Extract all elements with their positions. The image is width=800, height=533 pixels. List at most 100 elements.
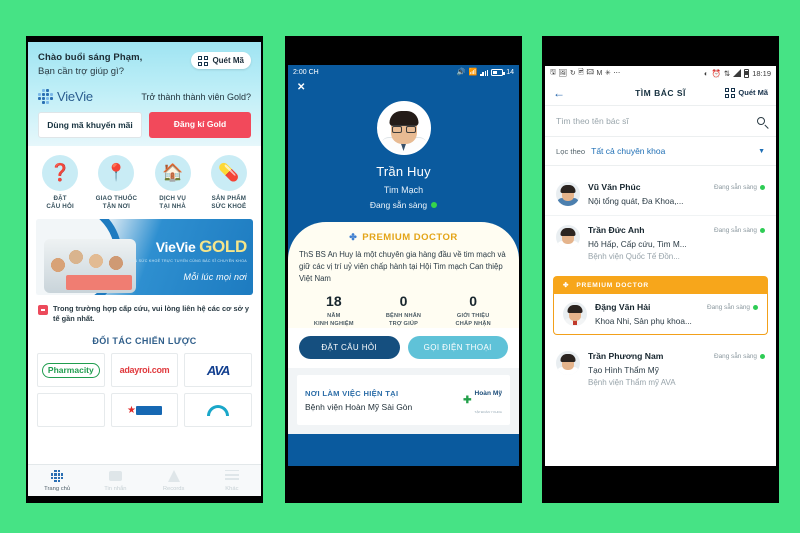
promo-code-button[interactable]: Dùng mã khuyến mãi [38, 112, 142, 138]
contact-icon: 🖾 [586, 68, 594, 76]
workplace-section: NƠI LÀM VIỆC HIỆN TẠI Bệnh viện Hoàn Mỹ … [288, 368, 519, 435]
bottom-tabbar: Trang chủ Tin nhắn Records Khác [28, 464, 261, 496]
doctor-info: Đặng Văn Hải Đang sẵn sàng Khoa Nhi, Sản… [595, 302, 758, 326]
doctor-specialty: Tạo Hình Thẩm Mỹ [588, 365, 659, 375]
quick-action-label-line2: TẬN NƠI [102, 203, 131, 211]
doctor-specialty: Tim Mạch [383, 185, 424, 195]
scan-qr-button[interactable]: Quét Mã [725, 87, 768, 98]
data-transfer-icon: ⇅ [723, 68, 731, 78]
doctor-list-item[interactable]: Trần Phương Nam Đang sẵn sàng Tạo Hình T… [545, 342, 776, 396]
tab-label: Records [162, 485, 185, 492]
partner-logo-pharmacity[interactable]: Pharmacity [37, 353, 105, 388]
search-input[interactable]: Tìm theo tên bác sĩ [556, 116, 629, 126]
search-field-row[interactable]: Tìm theo tên bác sĩ [545, 106, 776, 137]
partner-label: adayroi.com [119, 365, 170, 376]
menu-lines-icon [203, 469, 261, 483]
hoan-my-logo: ✚ Hoàn Mỹ TẬP ĐOÀN Y KHOA [463, 382, 502, 418]
partners-heading: ĐỐI TÁC CHIẾN LƯỢC [28, 332, 261, 354]
doctor-hospital: Bệnh viện Quốc Tế Đồn... [588, 252, 680, 261]
premium-card-body: Đặng Văn Hải Đang sẵn sàng Khoa Nhi, Sản… [553, 294, 768, 335]
quick-actions: ❓ ĐẶT CÂU HỎI 📍 GIAO THUỐC TẬN NƠI 🏠 DỊC… [28, 146, 261, 219]
quick-action-dich-vu-tai-nha[interactable]: 🏠 DỊCH VỤ TẠI NHÀ [147, 155, 199, 212]
doctor-header: Trần Huy Tim Mạch Đang sẵn sàng [288, 93, 519, 210]
banner-title-bold: GOLD [199, 236, 247, 256]
tab-khac[interactable]: Khác [203, 469, 261, 492]
stat-referrals-accepted: 0 GIỚI THIỆU CHẤP NHẬN [438, 293, 508, 328]
tab-trang-chu[interactable]: Trang chủ [28, 470, 86, 492]
close-button[interactable]: ✕ [288, 79, 519, 93]
status-icons: 🔊 📶 14 [457, 68, 514, 76]
workplace-card[interactable]: NƠI LÀM VIỆC HIỆN TẠI Bệnh viện Hoàn Mỹ … [297, 375, 510, 426]
banner-tagline: Mỗi lúc mọi nơi [183, 271, 247, 282]
partner-label: AVA [206, 362, 231, 378]
specialty-filter[interactable]: Lọc theo Tất cả chuyên khoa ▼ [545, 137, 776, 166]
doctor-list-item[interactable]: Đặng Văn Hải Đang sẵn sàng Khoa Nhi, Sản… [554, 294, 767, 334]
quick-action-label-line1: GIAO THUỐC [95, 195, 138, 202]
phone-search-screen: 🖫 🖼 ↻ 🖻 🖾 M ✳ ⋯ ◐ ⏰ ⇅ 18:19 ← TÌM BÁC SĨ… [545, 66, 776, 466]
doctor-list-item[interactable]: Trần Đức Anh Đang sẵn sàng Hô Hấp, Cấp c… [545, 215, 776, 270]
greeting-line1: Chào buổi sáng Phạm, [38, 52, 143, 63]
emergency-text: Trong trường hợp cấp cứu, vui lòng liên … [53, 303, 249, 324]
quick-action-label-line1: DỊCH VỤ [159, 195, 187, 202]
workplace-title: NƠI LÀM VIỆC HIỆN TẠI [305, 388, 399, 398]
partner-mark [135, 405, 162, 415]
partner-logo-row2-3[interactable] [184, 393, 252, 428]
app-icon: ✳ [604, 70, 611, 77]
status-system-icons: ◐ ⏰ ⇅ 18:19 [704, 68, 771, 78]
chevron-down-icon[interactable]: ▼ [758, 148, 765, 155]
register-gold-button[interactable]: Đăng kí Gold [149, 112, 251, 138]
ask-question-button[interactable]: ĐẶT CÂU HỎI [299, 336, 400, 360]
save-icon: 🖫 [550, 68, 556, 76]
doctor-name: Vũ Văn Phúc [588, 182, 641, 192]
availability-text: Đang sẵn sàng [714, 183, 757, 191]
status-notification-icons: 🖫 🖼 ↻ 🖻 🖾 M ✳ ⋯ [550, 68, 620, 79]
phone-doctor-screen: 2:00 CH 🔊 📶 14 ✕ Trần Huy Tim Mạch Đang … [288, 65, 519, 466]
gold-question-text: Trở thành thành viên Gold? [141, 91, 251, 102]
doctor-info: Trần Phương Nam Đang sẵn sàng Tạo Hình T… [588, 351, 765, 387]
doctor-list-item[interactable]: Vũ Văn Phúc Đang sẵn sàng Nội tổng quát,… [545, 173, 776, 215]
grid-dots-icon [28, 470, 86, 483]
partner-logo-ava[interactable]: AVA [184, 353, 252, 388]
partner-logo-row2-1[interactable] [37, 393, 105, 428]
online-status-dot [760, 184, 765, 190]
greeting-block: Chào buổi sáng Phạm, Bạn cần trợ giúp gì… [38, 52, 142, 77]
tab-tin-nhan[interactable]: Tin nhắn [86, 470, 144, 492]
doctor-bio: ThS BS An Huy là một chuyên gia hàng đầu… [299, 250, 506, 284]
app-bar: ← TÌM BÁC SĨ Quét Mã [545, 80, 776, 106]
quick-action-dat-cau-hoi[interactable]: ❓ ĐẶT CÂU HỎI [34, 155, 86, 212]
home-hero: Chào buổi sáng Phạm, Bạn cần trợ giúp gì… [28, 42, 261, 146]
battery-icon [491, 68, 505, 76]
quick-action-label-line2: SỨC KHOẺ [211, 203, 247, 211]
tab-label: Tin nhắn [104, 485, 127, 492]
doctor-info: Trần Đức Anh Đang sẵn sàng Hô Hấp, Cấp c… [588, 225, 765, 261]
availability-badge: Đang sẵn sàng [707, 304, 758, 311]
stat-number: 0 [399, 293, 408, 310]
doctor-specialty: Hô Hấp, Cấp cứu, Tim M... [588, 239, 687, 249]
tab-records[interactable]: Records [145, 470, 203, 492]
quick-action-label-line2: CÂU HỎI [46, 203, 74, 211]
quick-action-san-pham-suc-khoe[interactable]: 💊 SẢN PHẨM SỨC KHOẺ [203, 155, 255, 212]
hoan-my-text: Hoàn Mỹ TẬP ĐOÀN Y KHOA [475, 382, 502, 418]
question-bubble-icon: ❓ [42, 155, 79, 191]
filter-value[interactable]: Tất cả chuyên khoa [591, 146, 665, 156]
premium-doctor-card[interactable]: ✤ PREMIUM DOCTOR Đặng Văn Hải Đang sẵn s… [553, 276, 768, 335]
back-arrow-icon[interactable]: ← [553, 86, 565, 100]
workplace-name: Bệnh viện Hoàn Mỹ Sài Gòn [305, 401, 413, 412]
gold-promo-banner[interactable]: VieVie GOLD TƯ VẤN SỨC KHOẺ TRỰC TUYẾN C… [36, 218, 253, 295]
search-icon[interactable] [757, 117, 765, 125]
partner-logo-row2-2[interactable]: ★ [110, 393, 179, 428]
quick-action-giao-thuoc[interactable]: 📍 GIAO THUỐC TẬN NƠI [90, 155, 142, 212]
doctor-specialty: Nội tổng quát, Đa Khoa,... [588, 196, 684, 206]
image-icon: 🖼 [558, 70, 568, 77]
call-phone-button[interactable]: GỌI ĐIỆN THOẠI [407, 336, 508, 360]
scan-qr-button[interactable]: Quét Mã [191, 52, 251, 69]
availability-badge: Đang sẵn sàng [714, 353, 765, 360]
messenger-icon: M [596, 69, 603, 77]
stat-years-experience: 18 NĂM KINH NGHIỆM [299, 293, 369, 328]
partner-logo-adayroi[interactable]: adayroi.com [110, 353, 179, 388]
sync-icon: ↻ [569, 70, 576, 77]
avatar [556, 182, 580, 206]
status-bar: 2:00 CH 🔊 📶 14 [288, 65, 519, 79]
qr-code-icon [725, 87, 736, 98]
